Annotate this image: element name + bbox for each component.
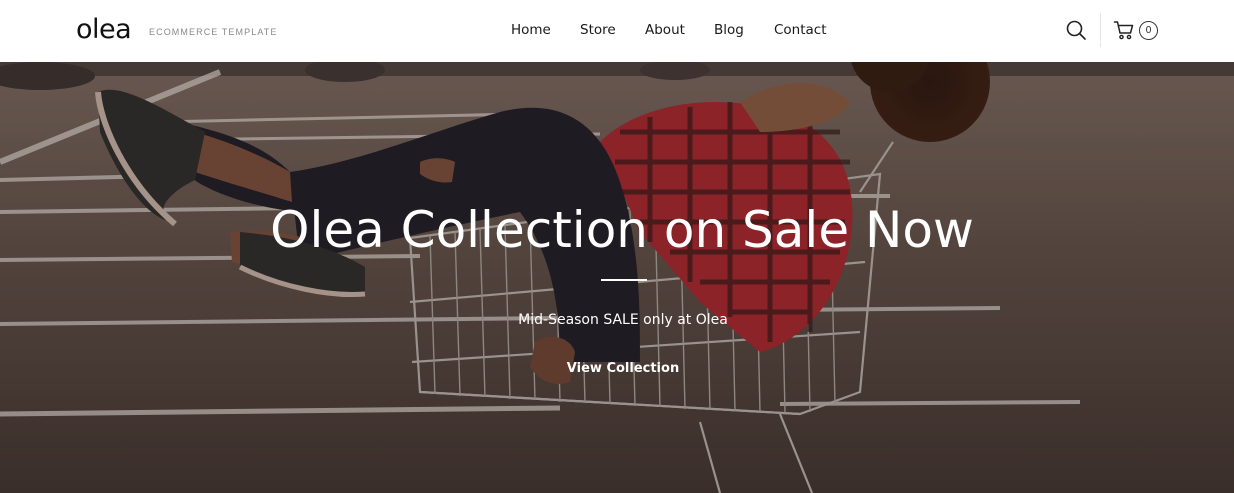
nav-item-about[interactable]: About [645,22,685,39]
nav-item-contact[interactable]: Contact [774,22,827,39]
hero-banner: Olea Collection on Sale Now Mid-Season S… [0,62,1234,493]
logo[interactable]: olea [76,14,132,46]
nav-item-home[interactable]: Home [511,22,551,39]
view-collection-link-wrap: View Collection [0,360,1234,378]
tagline: ECOMMERCE TEMPLATE [149,27,278,37]
cart-count-badge[interactable]: 0 [1139,21,1158,40]
hero-divider [601,279,647,281]
hero-subtitle: Mid-Season SALE only at Olea [518,312,728,328]
hero-overlay [0,62,1234,493]
search-icon[interactable] [1064,18,1088,42]
header-divider [1100,13,1101,47]
view-collection-button[interactable]: View Collection [567,361,679,376]
nav-item-store[interactable]: Store [580,22,616,39]
cart-icon[interactable] [1113,19,1135,41]
hero-title: Olea Collection on Sale Now [270,201,974,259]
site-header: olea ECOMMERCE TEMPLATE Home Store About… [0,0,1234,62]
nav-item-blog[interactable]: Blog [714,22,744,39]
